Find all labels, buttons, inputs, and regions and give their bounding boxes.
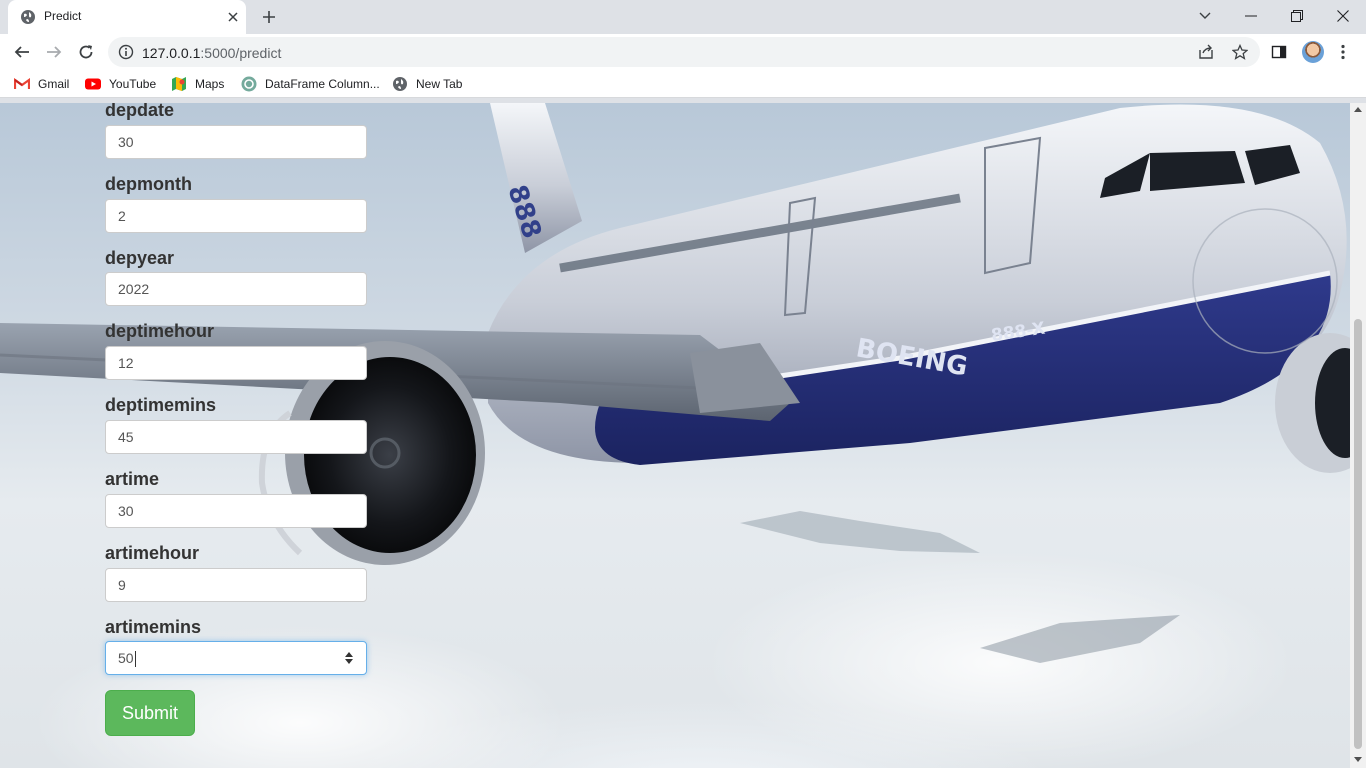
minimize-button[interactable]: [1228, 0, 1274, 32]
scroll-down-arrow-icon[interactable]: [1354, 757, 1362, 762]
tab-search-button[interactable]: [1182, 0, 1228, 32]
field-label-depdate: depdate: [105, 103, 175, 120]
depdate-input[interactable]: 30: [105, 125, 367, 159]
tab-predict[interactable]: Predict: [8, 0, 246, 34]
maps-icon: [171, 76, 187, 92]
depmonth-input[interactable]: 2: [105, 199, 367, 233]
artimemins-value: 50: [118, 650, 134, 666]
field-label-artimemins: artimemins: [105, 617, 202, 637]
page-viewport: 888 BOEING 888-X depdate 30 depmonth 2 d…: [0, 103, 1350, 768]
info-icon[interactable]: [118, 44, 134, 60]
artimemins-input[interactable]: 50: [105, 641, 367, 675]
new-tab-button[interactable]: [258, 6, 280, 28]
tab-strip: Predict: [0, 0, 1366, 34]
bookmark-new-tab[interactable]: New Tab: [392, 75, 462, 93]
close-icon[interactable]: [224, 8, 242, 26]
menu-icon[interactable]: [1332, 41, 1354, 63]
page-scrollbar[interactable]: [1350, 103, 1366, 768]
artime-input[interactable]: 30: [105, 494, 367, 528]
field-label-deptimehour: deptimehour: [105, 321, 215, 341]
field-label-depmonth: depmonth: [105, 174, 192, 194]
field-label-artime: artime: [105, 469, 160, 489]
openai-icon: [241, 76, 257, 92]
bookmark-star-icon[interactable]: [1232, 44, 1248, 60]
bookmarks-bar: Gmail YouTube Maps DataFrame Column... N…: [0, 70, 1366, 98]
globe-icon: [21, 10, 35, 24]
side-panel-icon[interactable]: [1268, 41, 1290, 63]
back-button[interactable]: [8, 38, 36, 66]
window-close-button[interactable]: [1320, 0, 1366, 32]
address-bar[interactable]: 127.0.0.1:5000/predict: [108, 37, 1260, 67]
field-label-deptimemins: deptimemins: [105, 395, 217, 415]
forward-button[interactable]: [40, 38, 68, 66]
bookmark-youtube[interactable]: YouTube: [85, 75, 156, 93]
profile-avatar[interactable]: [1302, 41, 1324, 63]
spinner-arrows-icon[interactable]: [344, 651, 354, 665]
bookmark-dataframe[interactable]: DataFrame Column...: [241, 75, 380, 93]
tab-title: Predict: [44, 9, 82, 23]
globe-icon: [392, 76, 408, 92]
youtube-icon: [85, 76, 101, 92]
reload-button[interactable]: [72, 38, 100, 66]
deptimemins-input[interactable]: 45: [105, 420, 367, 454]
gmail-icon: [14, 76, 30, 92]
scroll-thumb[interactable]: [1354, 319, 1362, 749]
scroll-up-arrow-icon[interactable]: [1354, 107, 1362, 112]
bookmark-gmail[interactable]: Gmail: [14, 75, 69, 93]
field-label-depyear: depyear: [105, 248, 175, 268]
restore-button[interactable]: [1274, 0, 1320, 32]
depyear-input[interactable]: 2022: [105, 272, 367, 306]
browser-toolbar: 127.0.0.1:5000/predict: [0, 34, 1366, 70]
deptimehour-input[interactable]: 12: [105, 346, 367, 380]
artimehour-input[interactable]: 9: [105, 568, 367, 602]
share-icon[interactable]: [1198, 44, 1214, 60]
text-caret: [134, 651, 136, 668]
field-label-artimehour: artimehour: [105, 543, 200, 563]
url-text[interactable]: 127.0.0.1:5000/predict: [142, 45, 281, 61]
bookmark-maps[interactable]: Maps: [171, 75, 224, 93]
submit-button[interactable]: Submit: [105, 690, 195, 736]
